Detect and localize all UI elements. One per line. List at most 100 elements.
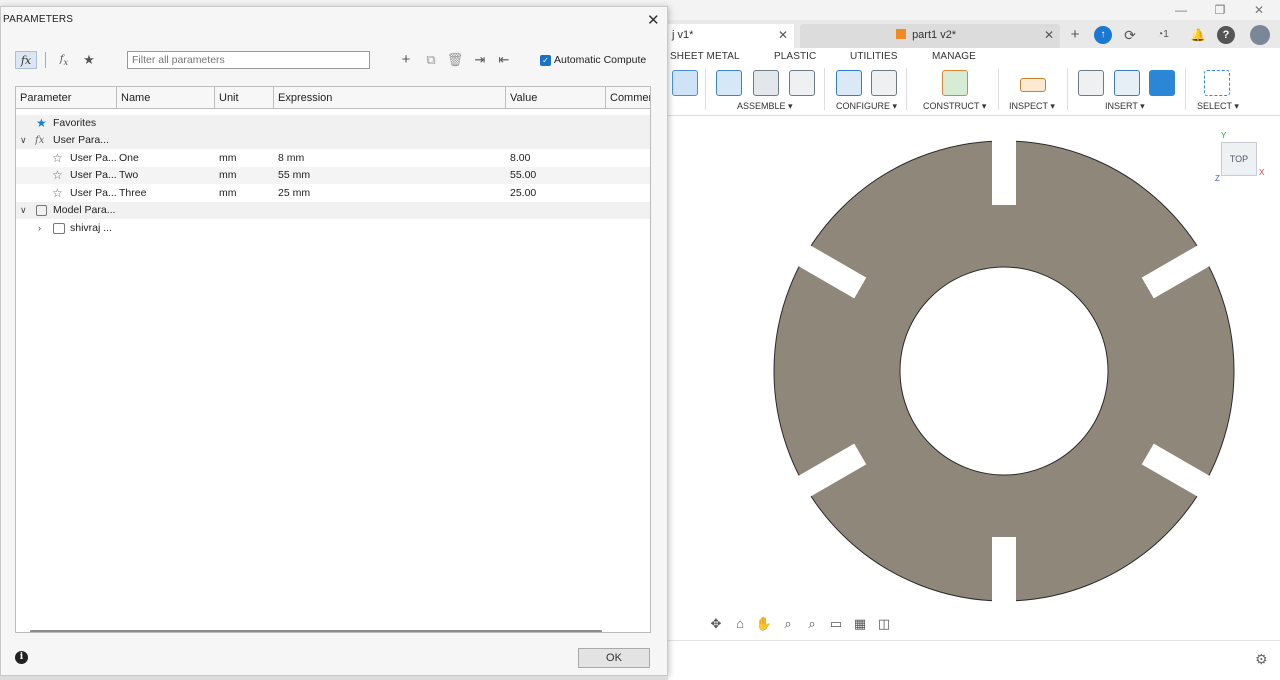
copy-icon[interactable]: ⧉ bbox=[422, 51, 440, 69]
favorites-label: Favorites bbox=[53, 117, 97, 129]
minimize-button[interactable]: — bbox=[1166, 2, 1196, 18]
favorites-row[interactable]: ★ Favorites bbox=[16, 115, 650, 132]
document-tab-inactive[interactable]: part1 v2* ✕ bbox=[800, 24, 1060, 48]
model-icon bbox=[36, 205, 47, 216]
parameter-unit-cell[interactable]: mm bbox=[219, 167, 237, 184]
notification-clock-icon[interactable]: ◔1 bbox=[1150, 26, 1176, 44]
info-icon[interactable]: i bbox=[15, 651, 28, 664]
column-header-value[interactable]: Value bbox=[506, 87, 606, 109]
ribbon-tab-sheet-metal[interactable]: SHEET METAL bbox=[670, 51, 740, 62]
favorite-toggle-star-icon[interactable]: ☆ bbox=[52, 185, 63, 202]
measure-icon[interactable] bbox=[1020, 78, 1046, 92]
construct-menu[interactable]: CONSTRUCT ▾ bbox=[923, 101, 986, 112]
settings-gear-icon[interactable]: ⚙ bbox=[1255, 651, 1268, 668]
assemble-menu[interactable]: ASSEMBLE ▾ bbox=[737, 101, 793, 112]
export-icon[interactable]: ⇤ bbox=[495, 51, 513, 69]
parameter-unit-cell[interactable]: mm bbox=[219, 185, 237, 202]
parameter-name-cell[interactable]: Three bbox=[119, 185, 146, 202]
chevron-down-icon[interactable]: ∨ bbox=[20, 202, 27, 219]
inspect-menu[interactable]: INSPECT ▾ bbox=[1009, 101, 1055, 112]
insert-mcmaster-icon[interactable] bbox=[1149, 70, 1175, 96]
column-header-name[interactable]: Name bbox=[117, 87, 215, 109]
add-parameter-icon[interactable]: fx bbox=[55, 51, 73, 69]
new-tab-plus-icon[interactable]: + bbox=[1066, 26, 1084, 44]
column-header-unit[interactable]: Unit bbox=[215, 87, 274, 109]
job-status-icon[interactable]: ⟳ bbox=[1121, 26, 1139, 44]
insert-link-icon[interactable] bbox=[1114, 70, 1140, 96]
ribbon-tab-plastic[interactable]: PLASTIC bbox=[774, 51, 816, 62]
joint-icon[interactable] bbox=[753, 70, 779, 96]
import-icon[interactable]: ⇥ bbox=[471, 51, 489, 69]
delete-icon[interactable]: 🗑 bbox=[446, 51, 464, 69]
configure-menu[interactable]: CONFIGURE ▾ bbox=[836, 101, 897, 112]
chevron-right-icon[interactable]: › bbox=[38, 220, 41, 237]
column-header-parameter[interactable]: Parameter bbox=[16, 87, 117, 109]
parameter-name-cell[interactable]: One bbox=[119, 150, 139, 167]
parameter-expression-cell[interactable]: 8 mm bbox=[278, 150, 304, 167]
filter-parameters-input[interactable] bbox=[127, 51, 370, 69]
create-body-icon[interactable] bbox=[672, 70, 698, 96]
user-parameters-group-label: User Para... bbox=[53, 134, 110, 146]
ribbon-separator bbox=[906, 68, 907, 110]
user-parameters-group-row[interactable]: ∨ fx User Para... bbox=[16, 132, 650, 149]
construct-plane-icon[interactable] bbox=[942, 70, 968, 96]
display-settings-icon[interactable]: ▭ bbox=[826, 615, 846, 633]
horizontal-scrollbar[interactable] bbox=[30, 630, 602, 632]
insert-derive-icon[interactable] bbox=[1078, 70, 1104, 96]
ribbon-tab-manage[interactable]: MANAGE bbox=[932, 51, 976, 62]
table-row[interactable]: ☆ User Pa... Three mm 25 mm 25.00 bbox=[16, 185, 650, 202]
parameter-expression-cell[interactable]: 25 mm bbox=[278, 185, 310, 202]
view-cube-label: TOP bbox=[1229, 154, 1249, 164]
extensions-icon[interactable]: ↑ bbox=[1094, 26, 1112, 44]
help-icon[interactable]: ? bbox=[1217, 26, 1235, 44]
tab-close-icon[interactable]: ✕ bbox=[778, 24, 788, 46]
view-cube[interactable]: TOP bbox=[1221, 142, 1257, 176]
viewports-icon[interactable]: ◫ bbox=[874, 615, 894, 633]
fit-zoom-icon[interactable]: ⌕ bbox=[802, 615, 822, 633]
close-icon[interactable]: ✕ bbox=[647, 11, 660, 29]
column-header-expression[interactable]: Expression bbox=[274, 87, 506, 109]
3d-viewport[interactable] bbox=[668, 116, 1280, 640]
user-avatar-icon[interactable] bbox=[1250, 25, 1270, 45]
parameter-name-cell[interactable]: Two bbox=[119, 167, 138, 184]
parameter-unit-cell[interactable]: mm bbox=[219, 150, 237, 167]
look-at-icon[interactable]: ⌂ bbox=[730, 615, 750, 633]
table-row[interactable]: ☆ User Pa... One mm 8 mm 8.00 bbox=[16, 150, 650, 167]
favorite-toggle-star-icon[interactable]: ☆ bbox=[52, 167, 63, 184]
chevron-down-icon[interactable]: ∨ bbox=[20, 132, 27, 149]
ok-button[interactable]: OK bbox=[578, 648, 650, 668]
table-row[interactable]: ☆ User Pa... Two mm 55 mm 55.00 bbox=[16, 167, 650, 184]
notifications-bell-icon[interactable]: 🔔 bbox=[1189, 26, 1207, 44]
insert-menu[interactable]: INSERT ▾ bbox=[1105, 101, 1145, 112]
select-menu[interactable]: SELECT ▾ bbox=[1197, 101, 1239, 112]
zoom-icon[interactable]: ⌕ bbox=[778, 615, 798, 633]
parameter-expression-cell[interactable]: 55 mm bbox=[278, 167, 310, 184]
tree-row[interactable]: › shivraj ... bbox=[16, 220, 650, 237]
parameter-value-cell: 8.00 bbox=[510, 152, 531, 164]
new-component-icon[interactable] bbox=[716, 70, 742, 96]
plus-icon[interactable]: + bbox=[397, 51, 415, 69]
column-header-comment[interactable]: Commen bbox=[606, 87, 650, 109]
model-parameters-group-row[interactable]: ∨ Model Para... bbox=[16, 202, 650, 219]
component-label: shivraj ... bbox=[70, 222, 113, 234]
automatic-compute-checkbox[interactable]: ✓ Automatic Compute bbox=[540, 54, 646, 66]
document-tab-active[interactable]: j v1* ✕ bbox=[668, 24, 794, 48]
configure-icon[interactable] bbox=[836, 70, 862, 96]
fx-icon[interactable]: fx bbox=[15, 51, 37, 69]
ribbon-tab-utilities[interactable]: UTILITIES bbox=[850, 51, 898, 62]
parameters-dialog: PARAMETERS ✕ fx fx ★ + ⧉ 🗑 ⇥ ⇤ ✓ Automat… bbox=[0, 6, 668, 676]
orbit-icon[interactable]: ✥ bbox=[706, 615, 726, 633]
pan-hand-icon[interactable]: ✋ bbox=[754, 615, 774, 633]
favorite-toggle-star-icon[interactable]: ☆ bbox=[52, 150, 63, 167]
document-tab-label: part1 v2* bbox=[912, 29, 957, 41]
select-box-icon[interactable] bbox=[1204, 70, 1230, 96]
favorite-star-icon[interactable]: ★ bbox=[80, 51, 98, 69]
restore-button[interactable]: ❐ bbox=[1205, 2, 1235, 18]
slotted-washer-part[interactable] bbox=[773, 140, 1235, 602]
configure-table-icon[interactable] bbox=[871, 70, 897, 96]
tab-close-icon[interactable]: ✕ bbox=[1044, 24, 1054, 46]
bill-of-materials-icon[interactable] bbox=[789, 70, 815, 96]
window-close-button[interactable]: ✕ bbox=[1244, 2, 1274, 18]
grid-settings-icon[interactable]: ▦ bbox=[850, 615, 870, 633]
ribbon-separator bbox=[705, 68, 706, 110]
